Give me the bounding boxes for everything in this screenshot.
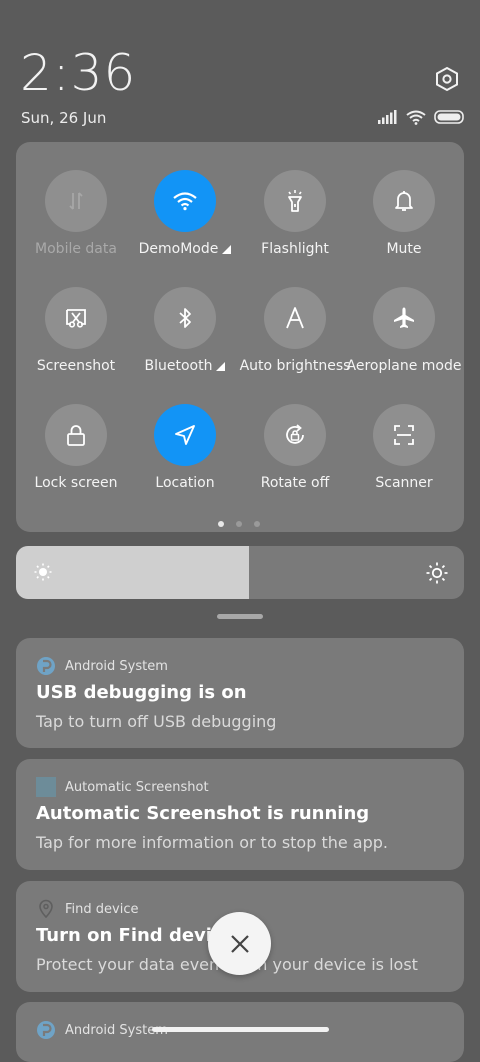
tile-demomode-label: DemoMode <box>138 241 219 257</box>
notification-app-name: Find device <box>65 901 139 917</box>
status-icons <box>378 108 466 126</box>
tile-mute-label: Mute <box>386 241 422 257</box>
tile-flashlight-label: Flashlight <box>261 241 329 257</box>
tile-aeroplane-mode[interactable]: Aeroplane mode <box>346 287 462 374</box>
tile-location-label: Location <box>155 475 215 491</box>
brightness-high-icon <box>426 562 448 584</box>
lock-icon <box>67 425 85 446</box>
notification-title: USB debugging is on <box>36 682 247 703</box>
notification-title: Automatic Screenshot is running <box>36 803 370 824</box>
tile-mute-button[interactable] <box>373 170 435 232</box>
clock-date[interactable]: Sun, 26 Jun <box>21 109 106 127</box>
brightness-low-icon <box>34 563 52 581</box>
page-dot-2[interactable] <box>236 521 242 527</box>
settings-button[interactable] <box>430 62 464 96</box>
tile-lock-screen-button[interactable] <box>45 404 107 466</box>
tile-mute[interactable]: Mute <box>349 170 459 257</box>
clear-all-notifications-button[interactable] <box>208 912 271 975</box>
tile-mobile-data-button[interactable] <box>45 170 107 232</box>
tile-scanner-label: Scanner <box>375 475 433 491</box>
wifi-icon <box>173 192 197 211</box>
tile-auto-brightness-label: Auto brightness <box>239 358 351 374</box>
page-indicator[interactable] <box>218 521 260 527</box>
quick-settings-panel: Mobile data DemoMode Flashlight Mute Scr… <box>16 142 464 532</box>
notification-card-android-system[interactable]: Android System <box>16 1002 464 1062</box>
tile-auto-brightness[interactable]: Auto brightness <box>240 287 350 374</box>
tile-screenshot[interactable]: Screenshot <box>21 287 131 374</box>
clock-time[interactable]: 2:36 <box>20 44 136 102</box>
tile-rotate-off-button[interactable] <box>264 404 326 466</box>
tile-screenshot-label: Screenshot <box>36 358 116 374</box>
mobile-data-icon <box>69 192 83 210</box>
notification-title: Turn on Find device <box>36 925 235 946</box>
tile-demomode-label-row: DemoMode <box>139 241 232 257</box>
drawer-handle[interactable] <box>217 614 263 619</box>
notification-text: Tap for more information or to stop the … <box>36 833 389 852</box>
tile-lock-screen-label: Lock screen <box>34 475 118 491</box>
tile-scanner-button[interactable] <box>373 404 435 466</box>
bell-icon <box>395 191 413 211</box>
android-system-icon <box>36 1020 56 1040</box>
automatic-screenshot-app-icon <box>36 777 56 797</box>
location-icon <box>175 425 195 445</box>
wifi-icon <box>406 110 426 125</box>
bluetooth-icon <box>179 308 191 328</box>
tile-rotate-off[interactable]: Rotate off <box>240 404 350 491</box>
tile-screenshot-button[interactable] <box>45 287 107 349</box>
android-system-icon <box>36 656 56 676</box>
tile-location-button[interactable] <box>154 404 216 466</box>
airplane-icon <box>394 307 414 328</box>
page-dot-1[interactable] <box>218 521 224 527</box>
expand-triangle-icon[interactable] <box>222 244 232 254</box>
notification-text: Tap to turn off USB debugging <box>36 712 277 731</box>
tile-aeroplane-mode-label: Aeroplane mode <box>346 358 462 374</box>
tile-bluetooth-label-row: Bluetooth <box>145 358 226 374</box>
battery-icon <box>434 110 464 124</box>
tile-mobile-data[interactable]: Mobile data <box>21 170 131 257</box>
notification-card-automatic-screenshot[interactable]: Automatic Screenshot Automatic Screensho… <box>16 759 464 870</box>
scanner-icon <box>394 425 414 445</box>
flashlight-icon <box>288 190 302 212</box>
page-dot-3[interactable] <box>254 521 260 527</box>
map-pin-icon <box>36 899 56 919</box>
tile-aeroplane-mode-button[interactable] <box>373 287 435 349</box>
notification-card-usb-debugging[interactable]: Android System USB debugging is on Tap t… <box>16 638 464 748</box>
notification-app-row: Find device <box>36 899 138 919</box>
settings-hexagon-icon <box>436 66 458 92</box>
tile-flashlight-button[interactable] <box>264 170 326 232</box>
tile-mobile-data-label: Mobile data <box>35 241 117 257</box>
signal-icon <box>378 110 397 124</box>
notification-app-row: Android System <box>36 1020 168 1040</box>
tile-auto-brightness-button[interactable] <box>264 287 326 349</box>
tile-flashlight[interactable]: Flashlight <box>240 170 350 257</box>
tile-bluetooth-button[interactable] <box>154 287 216 349</box>
close-icon <box>230 934 249 953</box>
rotate-lock-icon <box>286 424 304 444</box>
expand-triangle-icon[interactable] <box>216 361 226 371</box>
auto-brightness-icon <box>286 307 304 329</box>
home-indicator-bar[interactable] <box>152 1027 329 1032</box>
tile-bluetooth[interactable]: Bluetooth <box>130 287 240 374</box>
notification-app-row: Android System <box>36 656 168 676</box>
tile-bluetooth-label: Bluetooth <box>144 358 213 374</box>
screenshot-icon <box>66 309 86 328</box>
tile-location[interactable]: Location <box>130 404 240 491</box>
notification-app-row: Automatic Screenshot <box>36 777 209 797</box>
tile-scanner[interactable]: Scanner <box>349 404 459 491</box>
notification-app-name: Android System <box>65 658 168 674</box>
tile-demomode-button[interactable] <box>154 170 216 232</box>
tile-demomode[interactable]: DemoMode <box>130 170 240 257</box>
brightness-slider[interactable] <box>16 546 464 599</box>
tile-rotate-off-label: Rotate off <box>260 475 330 491</box>
notification-app-name: Automatic Screenshot <box>65 779 209 795</box>
tile-lock-screen[interactable]: Lock screen <box>21 404 131 491</box>
